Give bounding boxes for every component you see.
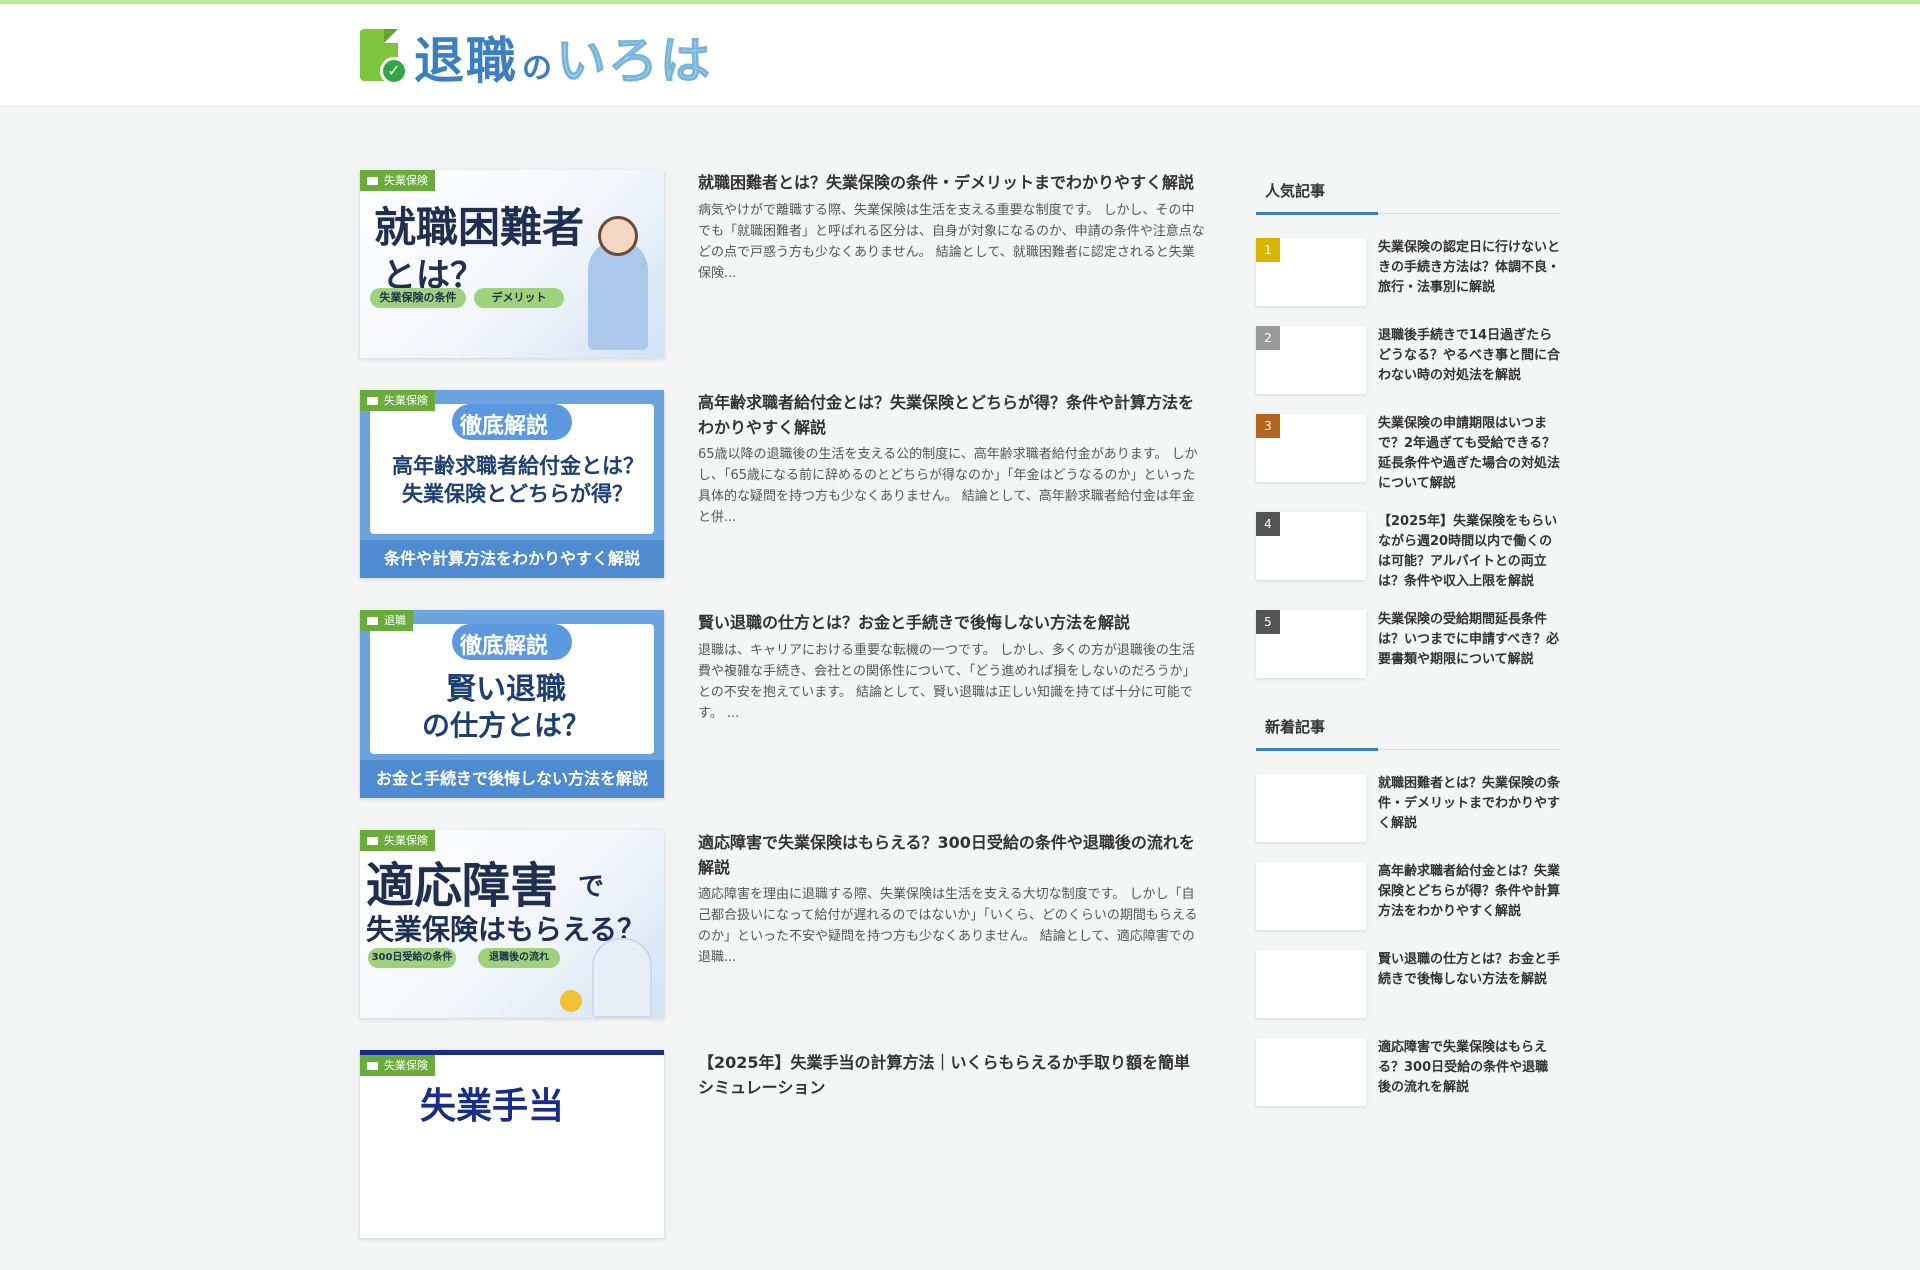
article-thumbnail[interactable]: 失業保険 適応障害 で 失業保険はもらえる？ 300日受給の条件 退職後の流れ <box>360 830 664 1018</box>
popular-heading: 人気記事 <box>1256 170 1561 215</box>
new-list: 就職困難者とは？失業保険の条件・デメリットまでわかりやすく解説 高年齢求職者給付… <box>1256 774 1561 1106</box>
site-header: ✓ 退職 の いろは <box>0 4 1920 107</box>
rank-badge: 1 <box>1256 238 1280 262</box>
logo-wordmark: 退職 の いろは <box>414 21 712 93</box>
new-thumbnail[interactable] <box>1256 950 1366 1018</box>
popular-list: 1 失業保険の認定日に行けないときの手続き方法は？体調不良・旅行・法事別に解説 … <box>1256 238 1561 678</box>
popular-item[interactable]: 3 失業保険の申請期限はいつまで？2年過ぎても受給できる？延長条件や過ぎた場合の… <box>1256 414 1561 492</box>
new-item[interactable]: 賢い退職の仕方とは？お金と手続きで後悔しない方法を解説 <box>1256 950 1561 1018</box>
logo-text-b: の <box>522 51 552 86</box>
article-title[interactable]: 【2025年】失業手当の計算方法｜いくらもらえるか手取り額を簡単シミュレーション <box>698 1050 1206 1100</box>
folder-icon <box>367 1061 378 1070</box>
new-item[interactable]: 就職困難者とは？失業保険の条件・デメリットまでわかりやすく解説 <box>1256 774 1561 842</box>
folder-icon <box>367 836 378 845</box>
article-card[interactable]: 失業保険 失業手当 【2025年】失業手当の計算方法｜いくらもらえるか手取り額を… <box>360 1050 1205 1270</box>
logo-text-a: 退職 <box>414 32 518 90</box>
new-thumbnail[interactable] <box>1256 774 1366 842</box>
article-thumbnail[interactable]: 退職 徹底解説 賢い退職 の仕方とは？ お金と手続きで後悔しない方法を解説 <box>360 610 664 798</box>
article-list: 失業保険 就職困難者 とは？ 失業保険の条件 デメリット 就職困難者とは？失業保… <box>360 170 1205 1270</box>
new-item[interactable]: 高年齢求職者給付金とは？失業保険とどちらが得？条件や計算方法をわかりやすく解説 <box>1256 862 1561 930</box>
article-card[interactable]: 退職 徹底解説 賢い退職 の仕方とは？ お金と手続きで後悔しない方法を解説 賢い… <box>360 610 1205 830</box>
site-logo[interactable]: ✓ 退職 の いろは <box>360 26 712 91</box>
new-title[interactable]: 就職困難者とは？失業保険の条件・デメリットまでわかりやすく解説 <box>1378 774 1561 834</box>
article-thumbnail[interactable]: 失業保険 徹底解説 高年齢求職者給付金とは？ 失業保険とどちらが得？ 条件や計算… <box>360 390 664 578</box>
article-title[interactable]: 適応障害で失業保険はもらえる？300日受給の条件や退職後の流れを解説 <box>698 830 1206 880</box>
article-title[interactable]: 高年齢求職者給付金とは？失業保険とどちらが得？条件や計算方法をわかりやすく解説 <box>698 390 1206 440</box>
new-thumbnail[interactable] <box>1256 1038 1366 1106</box>
rank-badge: 4 <box>1256 512 1280 536</box>
new-title[interactable]: 適応障害で失業保険はもらえる？300日受給の条件や退職後の流れを解説 <box>1378 1038 1561 1098</box>
new-title[interactable]: 賢い退職の仕方とは？お金と手続きで後悔しない方法を解説 <box>1378 950 1561 990</box>
article-thumbnail[interactable]: 失業保険 就職困難者 とは？ 失業保険の条件 デメリット <box>360 170 664 358</box>
folder-icon <box>367 616 378 625</box>
popular-item[interactable]: 5 失業保険の受給期間延長条件は？いつまでに申請すべき？必要書類や期限について解… <box>1256 610 1561 678</box>
popular-item[interactable]: 1 失業保険の認定日に行けないときの手続き方法は？体調不良・旅行・法事別に解説 <box>1256 238 1561 306</box>
popular-title[interactable]: 失業保険の認定日に行けないときの手続き方法は？体調不良・旅行・法事別に解説 <box>1378 238 1561 298</box>
article-card[interactable]: 失業保険 就職困難者 とは？ 失業保険の条件 デメリット 就職困難者とは？失業保… <box>360 170 1205 390</box>
article-card[interactable]: 失業保険 適応障害 で 失業保険はもらえる？ 300日受給の条件 退職後の流れ … <box>360 830 1205 1050</box>
category-badge[interactable]: 失業保険 <box>360 1055 435 1076</box>
person-illustration <box>592 938 652 1018</box>
coin-icon <box>560 990 582 1012</box>
article-excerpt: 退職は、キャリアにおける重要な転機の一つです。 しかし、多くの方が退職後の生活費… <box>698 643 1196 721</box>
article-card[interactable]: 失業保険 徹底解説 高年齢求職者給付金とは？ 失業保険とどちらが得？ 条件や計算… <box>360 390 1205 610</box>
logo-document-check-icon: ✓ <box>360 27 408 87</box>
popular-item[interactable]: 4 【2025年】失業保険をもらいながら週20時間以内で働くのは可能？アルバイト… <box>1256 512 1561 590</box>
article-excerpt: 病気やけがで離職する際、失業保険は生活を支える重要な制度です。 しかし、その中で… <box>698 203 1205 281</box>
person-illustration <box>588 240 648 350</box>
popular-title[interactable]: 退職後手続きで14日過ぎたらどうなる？やるべき事と間に合わない時の対処法を解説 <box>1378 326 1561 386</box>
popular-title[interactable]: 失業保険の申請期限はいつまで？2年過ぎても受給できる？延長条件や過ぎた場合の対処… <box>1378 414 1561 494</box>
folder-icon <box>367 396 378 405</box>
article-title[interactable]: 賢い退職の仕方とは？お金と手続きで後悔しない方法を解説 <box>698 610 1206 635</box>
popular-title[interactable]: 失業保険の受給期間延長条件は？いつまでに申請すべき？必要書類や期限について解説 <box>1378 610 1561 670</box>
popular-title[interactable]: 【2025年】失業保険をもらいながら週20時間以内で働くのは可能？アルバイトとの… <box>1378 512 1561 592</box>
sidebar: 人気記事 1 失業保険の認定日に行けないときの手続き方法は？体調不良・旅行・法事… <box>1256 170 1561 1126</box>
rank-badge: 3 <box>1256 414 1280 438</box>
popular-item[interactable]: 2 退職後手続きで14日過ぎたらどうなる？やるべき事と間に合わない時の対処法を解… <box>1256 326 1561 394</box>
category-badge[interactable]: 失業保険 <box>360 830 435 851</box>
category-badge[interactable]: 失業保険 <box>360 170 435 191</box>
article-excerpt: 適応障害を理由に退職する際、失業保険は生活を支える大切な制度です。 しかし「自己… <box>698 887 1198 965</box>
new-heading: 新着記事 <box>1256 706 1561 751</box>
folder-icon <box>367 176 378 185</box>
person-head <box>598 216 638 256</box>
rank-badge: 2 <box>1256 326 1280 350</box>
article-thumbnail[interactable]: 失業保険 失業手当 <box>360 1050 664 1238</box>
article-title[interactable]: 就職困難者とは？失業保険の条件・デメリットまでわかりやすく解説 <box>698 170 1206 195</box>
category-badge[interactable]: 退職 <box>360 610 413 631</box>
rank-badge: 5 <box>1256 610 1280 634</box>
article-excerpt: 65歳以降の退職後の生活を支える公的制度に、高年齢求職者給付金があります。 しか… <box>698 447 1198 525</box>
category-badge[interactable]: 失業保険 <box>360 390 435 411</box>
new-thumbnail[interactable] <box>1256 862 1366 930</box>
logo-text-c: いろは <box>556 32 712 91</box>
new-item[interactable]: 適応障害で失業保険はもらえる？300日受給の条件や退職後の流れを解説 <box>1256 1038 1561 1106</box>
new-title[interactable]: 高年齢求職者給付金とは？失業保険とどちらが得？条件や計算方法をわかりやすく解説 <box>1378 862 1561 922</box>
